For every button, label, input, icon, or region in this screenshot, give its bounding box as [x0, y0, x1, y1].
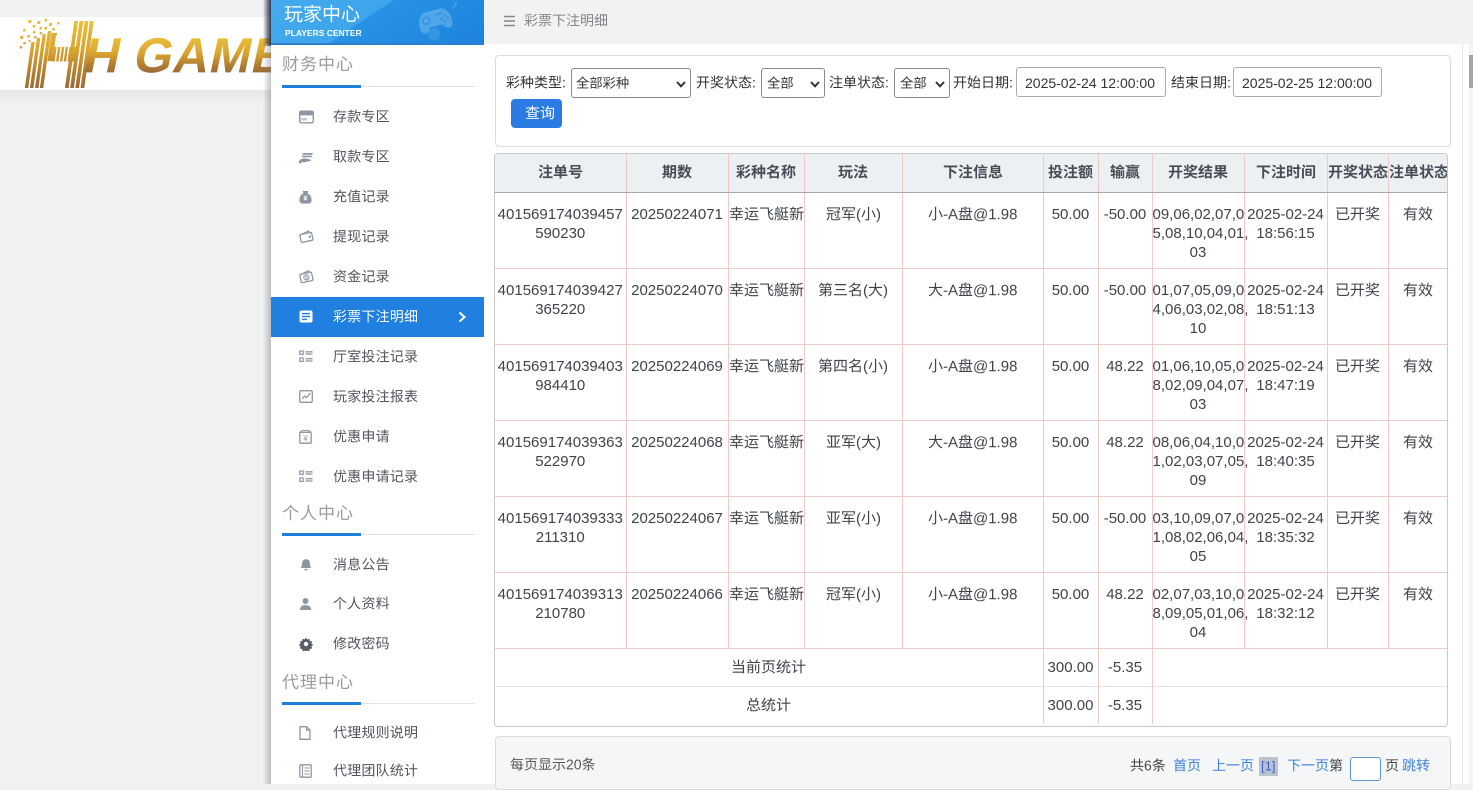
svg-text:¥: ¥: [302, 434, 308, 443]
